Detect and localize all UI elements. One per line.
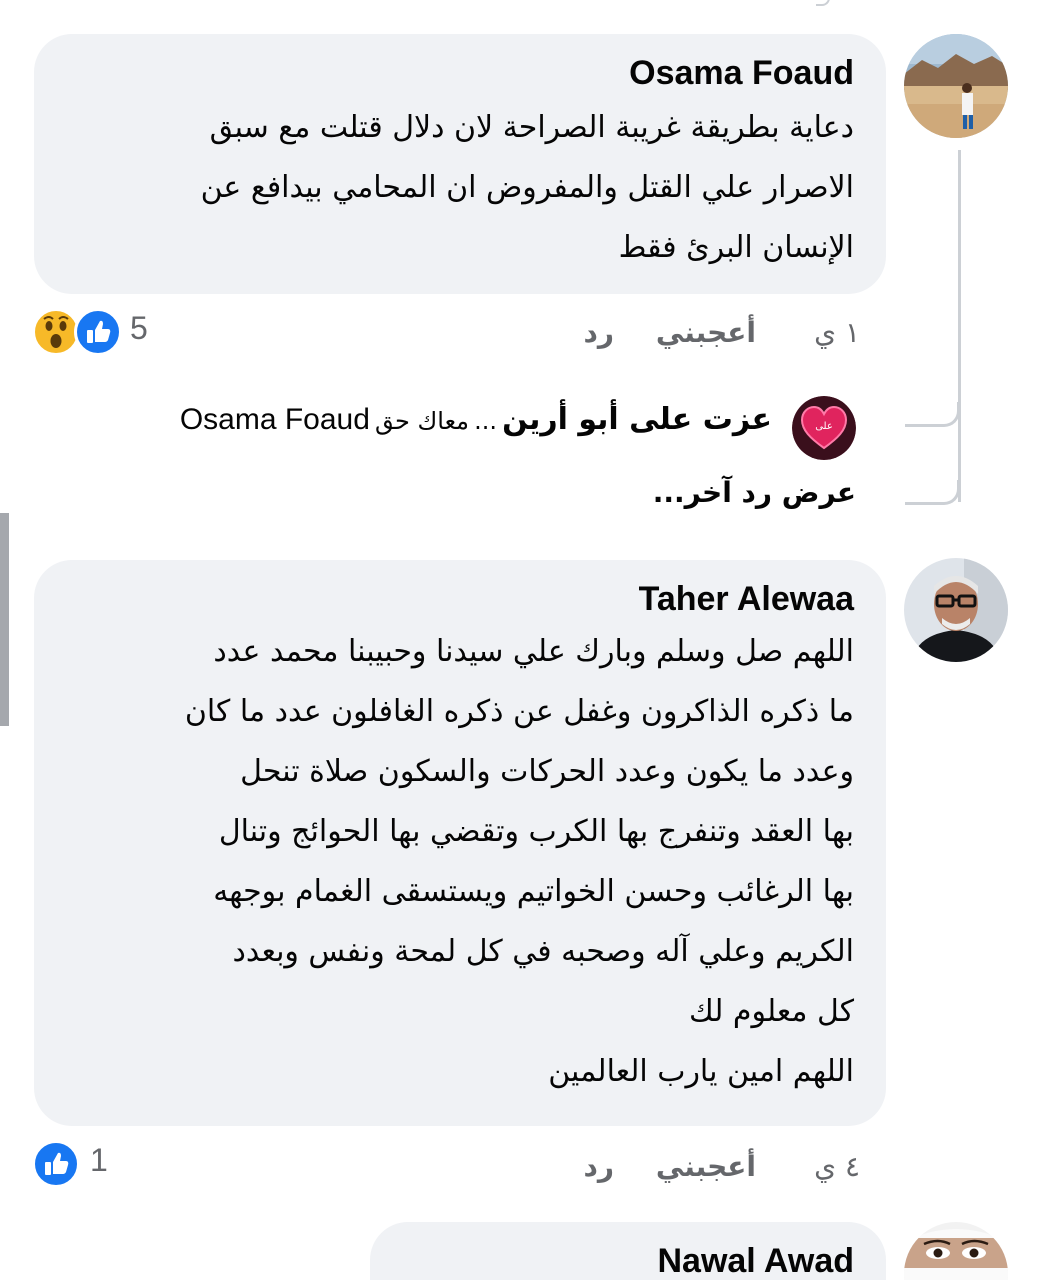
reactions-summary[interactable]: 1 — [30, 1140, 120, 1188]
comment-text-line: وعدد ما يكون وعدد الحركات والسكون صلاة ت… — [240, 754, 854, 789]
reply-mention[interactable]: Osama Foaud — [180, 403, 370, 436]
comment-bubble: Taher Alewaa اللهم صل وسلم وبارك علي سيد… — [34, 560, 886, 1126]
comment-text-line: اللهم امين يارب العالمين — [548, 1054, 854, 1089]
reaction-count: 1 — [90, 1142, 108, 1178]
svg-text:على: على — [815, 421, 833, 432]
comment-bubble: Nawal Awad — [370, 1222, 886, 1280]
avatar[interactable] — [904, 1222, 1008, 1280]
avatar-photo-veiled-woman — [904, 1222, 1008, 1280]
like-icon — [74, 308, 122, 356]
comment-text-line: الاصرار علي القتل والمفروض ان المحامي بي… — [200, 170, 854, 205]
avatar[interactable] — [904, 558, 1008, 662]
scrollbar[interactable] — [0, 513, 9, 726]
reply-author[interactable]: عزت على أبو أرين — [502, 402, 772, 437]
comment-text-line: بها الرغائب وحسن الخواتيم ويستسقى الغمام… — [213, 874, 854, 909]
comment-author[interactable]: Osama Foaud — [68, 52, 854, 94]
comment-author[interactable]: Taher Alewaa — [68, 578, 854, 620]
comment-text-line: كل معلوم لك — [688, 994, 854, 1029]
thread-line-fragment — [816, 0, 830, 6]
comment-text-line: الكريم وعلي آله وصحبه في كل لمحة ونفس وب… — [232, 934, 854, 969]
comment-timestamp[interactable]: ٤ ي — [814, 1150, 860, 1183]
comment-bubble: Osama Foaud دعاية بطريقة غريبة الصراحة ل… — [34, 34, 886, 294]
comment-timestamp[interactable]: ١ ي — [814, 316, 860, 349]
like-button[interactable]: أعجبني — [656, 1150, 756, 1183]
comment-text-line: ما ذكره الذاكرون وغفل عن ذكره الغافلون ع… — [184, 694, 854, 729]
reply-avatar[interactable]: على — [792, 396, 856, 460]
comment-author[interactable]: Nawal Awad — [390, 1240, 854, 1280]
like-icon — [32, 1140, 80, 1188]
reply-separator: ... — [474, 407, 497, 435]
comment-text-line: اللهم صل وسلم وبارك علي سيدنا وحبيبنا مح… — [213, 634, 854, 669]
view-more-replies-link[interactable]: عرض رد آخر... — [520, 476, 856, 509]
thread-branch-reply — [905, 402, 960, 427]
avatar-photo-desert — [904, 34, 1008, 138]
like-button[interactable]: أعجبني — [656, 316, 756, 349]
comments-screen: Osama Foaud دعاية بطريقة غريبة الصراحة ل… — [0, 0, 1040, 1280]
reply-text: معاك حق — [375, 407, 470, 435]
comment-text-line: الإنسان البرئ فقط — [618, 230, 854, 265]
reactions-summary[interactable]: 5 — [30, 308, 160, 356]
thread-line — [944, 150, 961, 502]
heart-icon: على — [792, 396, 856, 460]
reply-button[interactable]: رد — [584, 316, 615, 349]
reply-preview[interactable]: عزت على أبو أرين ... معاك حق Osama Foaud — [140, 402, 772, 446]
comment-actions: ١ ي أعجبني رد — [560, 316, 861, 356]
wow-icon — [32, 308, 80, 356]
comment-actions: ٤ ي أعجبني رد — [560, 1150, 861, 1190]
avatar[interactable] — [904, 34, 1008, 138]
reply-button[interactable]: رد — [584, 1150, 615, 1183]
avatar-photo-man — [904, 558, 1008, 662]
thread-branch-more — [905, 480, 960, 505]
comment-text-line: دعاية بطريقة غريبة الصراحة لان دلال قتلت… — [209, 110, 854, 145]
reaction-count: 5 — [130, 310, 148, 346]
comment-text-line: بها العقد وتنفرج بها الكرب وتقضي بها الح… — [218, 814, 854, 849]
